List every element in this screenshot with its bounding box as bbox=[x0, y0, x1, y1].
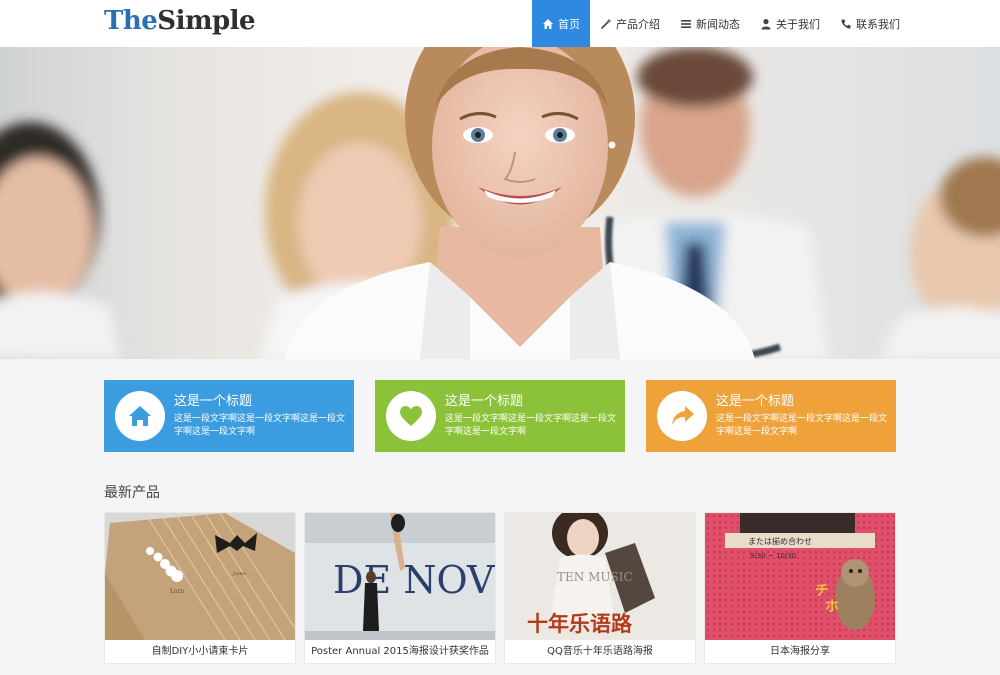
hero-image bbox=[0, 47, 1000, 359]
svg-text:Lorn: Lorn bbox=[170, 588, 184, 595]
feature-card-2[interactable]: 这是一个标题 这是一段文字啊这是一段文字啊这是一段文字啊这是一段文字啊 bbox=[375, 380, 625, 452]
nav-item-about[interactable]: 关于我们 bbox=[750, 0, 830, 47]
nav-item-products[interactable]: 产品介绍 bbox=[590, 0, 670, 47]
svg-text:DE NOVO: DE NOVO bbox=[333, 558, 495, 602]
logo-text-the: The bbox=[104, 6, 158, 36]
product-card-2[interactable]: DE NOVO Poster Annual 2015海报设计获奖作品 bbox=[304, 512, 496, 664]
feature-icon-circle bbox=[657, 391, 707, 441]
feature-desc: 这是一段文字啊这是一段文字啊这是一段文字啊这是一段文字啊 bbox=[716, 413, 888, 437]
svg-text:または揃め合わせ: または揃め合わせ bbox=[748, 536, 812, 546]
hero-banner bbox=[0, 47, 1000, 359]
main-nav: 首页 产品介绍 新闻动态 关于我们 联系我们 bbox=[532, 0, 910, 47]
nav-item-home[interactable]: 首页 bbox=[532, 0, 590, 47]
feature-desc: 这是一段文字啊这是一段文字啊这是一段文字啊这是一段文字啊 bbox=[445, 413, 617, 437]
product-image: TEN MUSIC 十年乐语路 bbox=[505, 513, 695, 640]
home-icon bbox=[542, 18, 554, 30]
phone-icon bbox=[840, 18, 852, 30]
nav-item-contact[interactable]: 联系我们 bbox=[830, 0, 910, 47]
svg-text:十年乐语路: 十年乐语路 bbox=[527, 612, 633, 636]
share-arrow-icon bbox=[672, 406, 694, 425]
product-image: または揃め合わせ 9/30 ~ 10/30 チ ホ bbox=[705, 513, 895, 640]
product-card-3[interactable]: TEN MUSIC 十年乐语路 QQ音乐十年乐语路海报 bbox=[504, 512, 696, 664]
heart-icon bbox=[400, 406, 422, 426]
product-caption: QQ音乐十年乐语路海报 bbox=[547, 646, 653, 657]
nav-item-news[interactable]: 新闻动态 bbox=[670, 0, 750, 47]
product-image: DE NOVO bbox=[305, 513, 495, 640]
feature-card-1[interactable]: 这是一个标题 这是一段文字啊这是一段文字啊这是一段文字啊这是一段文字啊 bbox=[104, 380, 354, 452]
nav-label: 关于我们 bbox=[776, 17, 820, 31]
product-card-1[interactable]: Lorn Jome 自制DIY小小请柬卡片 bbox=[104, 512, 296, 664]
feature-desc: 这是一段文字啊这是一段文字啊这是一段文字啊这是一段文字啊 bbox=[174, 413, 346, 437]
logo-text-simple: Simple bbox=[157, 6, 256, 36]
header: TheSimple 首页 产品介绍 新闻动态 关于我们 联系我们 bbox=[0, 0, 1000, 47]
svg-text:チ: チ bbox=[815, 583, 829, 599]
product-caption: 日本海报分享 bbox=[770, 646, 830, 657]
feature-icon-circle bbox=[115, 391, 165, 441]
nav-label: 首页 bbox=[558, 17, 580, 31]
list-icon bbox=[680, 18, 692, 30]
home-icon bbox=[129, 406, 151, 426]
feature-cards: 这是一个标题 这是一段文字啊这是一段文字啊这是一段文字啊这是一段文字啊 这是一个… bbox=[104, 380, 896, 452]
nav-label: 产品介绍 bbox=[616, 17, 660, 31]
section-title: 最新产品 bbox=[104, 485, 160, 501]
product-image: Lorn Jome bbox=[105, 513, 295, 640]
feature-card-3[interactable]: 这是一个标题 这是一段文字啊这是一段文字啊这是一段文字啊这是一段文字啊 bbox=[646, 380, 896, 452]
svg-text:9/30 ~ 10/30: 9/30 ~ 10/30 bbox=[750, 552, 796, 560]
product-grid: Lorn Jome 自制DIY小小请柬卡片 DE NOVO Po bbox=[104, 512, 896, 664]
site-logo[interactable]: TheSimple bbox=[104, 6, 256, 36]
magic-wand-icon bbox=[600, 18, 612, 30]
user-icon bbox=[760, 18, 772, 30]
svg-text:Jome: Jome bbox=[232, 571, 246, 577]
nav-label: 联系我们 bbox=[856, 17, 900, 31]
nav-label: 新闻动态 bbox=[696, 17, 740, 31]
svg-text:TEN MUSIC: TEN MUSIC bbox=[557, 570, 633, 584]
feature-title: 这是一个标题 bbox=[716, 393, 795, 409]
product-caption: 自制DIY小小请柬卡片 bbox=[151, 646, 249, 657]
product-caption: Poster Annual 2015海报设计获奖作品 bbox=[311, 646, 489, 657]
feature-title: 这是一个标题 bbox=[174, 393, 253, 409]
feature-icon-circle bbox=[386, 391, 436, 441]
feature-title: 这是一个标题 bbox=[445, 393, 524, 409]
svg-text:ホ: ホ bbox=[825, 599, 839, 615]
product-card-4[interactable]: または揃め合わせ 9/30 ~ 10/30 チ ホ 日本海报分享 bbox=[704, 512, 896, 664]
page: TheSimple 首页 产品介绍 新闻动态 关于我们 联系我们 这是一个标题 … bbox=[0, 0, 1000, 675]
